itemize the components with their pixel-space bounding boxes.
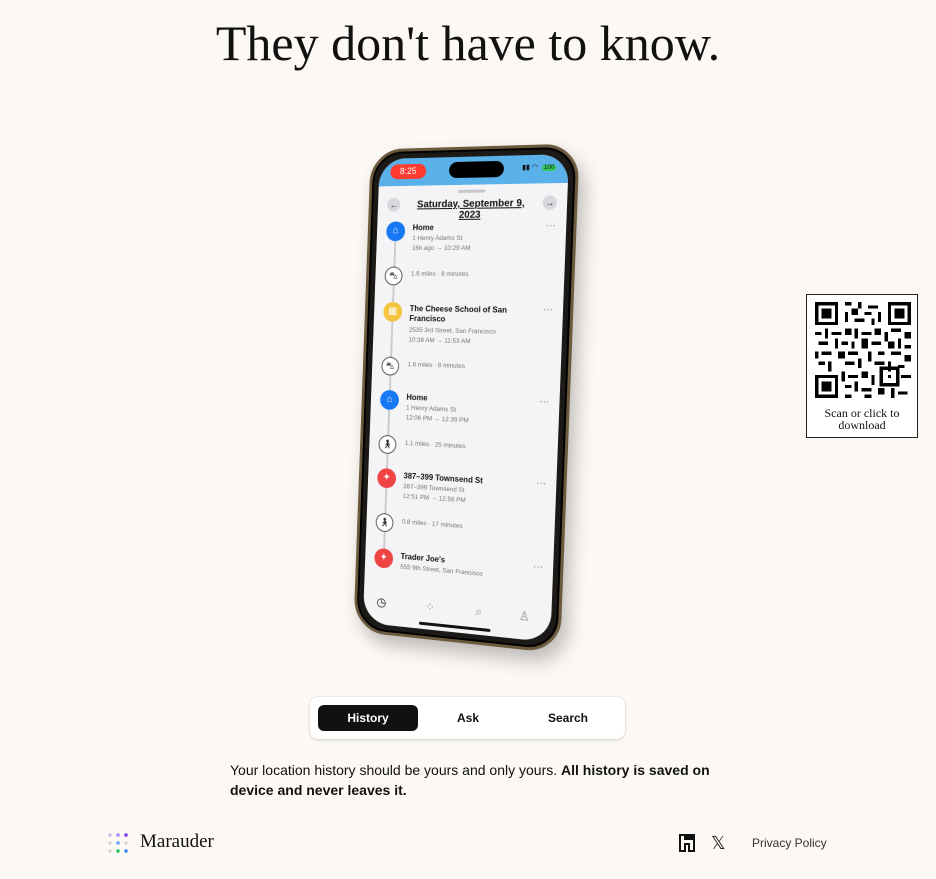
more-icon[interactable]: ···: [546, 222, 556, 230]
building-icon: ▦: [383, 302, 402, 322]
transit-info: 1.9 miles · 8 minutes: [411, 271, 469, 278]
status-icons: ▮▮ ◠ 100: [522, 163, 556, 172]
car-icon: ⛍: [381, 357, 399, 376]
stop-title: Home: [413, 222, 520, 233]
phone-screen: 8:25 ▮▮ ◠ 100 ← Saturday, September 9, 2…: [363, 154, 569, 642]
feature-tabs: History Ask Search: [310, 697, 625, 739]
transit-info: 1.6 miles · 8 minutes: [408, 361, 466, 370]
timeline-transit: ⛍ 1.9 miles · 8 minutes: [385, 267, 558, 268]
x-icon[interactable]: 𝕏: [711, 834, 726, 852]
battery-icon: 100: [542, 165, 556, 171]
timeline-transit: ⛍ 1.6 miles · 8 minutes: [382, 357, 555, 362]
timeline-transit: 🚶︎ 1.1 miles · 25 minutes: [379, 435, 552, 444]
qr-code-icon[interactable]: [815, 302, 911, 398]
page-headline: They don't have to know.: [0, 14, 936, 72]
stop-time: 10:38 AM → 11:53 AM: [408, 336, 525, 349]
timeline-transit: 🚶︎ 0.8 miles · 17 minutes: [376, 513, 549, 526]
tab-search[interactable]: Search: [518, 705, 618, 731]
home-icon: ⌂: [386, 221, 405, 241]
home-icon: ⌂: [380, 390, 399, 410]
marauder-logo-icon[interactable]: [107, 832, 129, 854]
date-nav: ← Saturday, September 9, 2023 →: [387, 195, 557, 215]
transit-info: 0.8 miles · 17 minutes: [402, 519, 463, 531]
timeline-stop[interactable]: ✦ 387–399 Townsend St 387–399 Townsend S…: [378, 468, 551, 479]
transit-info: 1.1 miles · 25 minutes: [405, 440, 466, 450]
search-icon[interactable]: ⌕: [475, 604, 482, 620]
dynamic-island: [449, 161, 504, 178]
qr-caption: Scan or click to download: [807, 407, 917, 431]
car-icon: ⛍: [384, 267, 402, 286]
farcaster-icon[interactable]: [678, 833, 696, 853]
qr-download[interactable]: Scan or click to download: [806, 294, 918, 438]
history-timeline: ⌂ Home 1 Henry Adams St 16h ago → 10:29 …: [373, 220, 560, 601]
timeline-stop[interactable]: ▦ The Cheese School of San Francisco 253…: [384, 302, 557, 304]
description-text: Your location history should be yours an…: [230, 762, 561, 778]
timeline-stop[interactable]: ⌂ Home 1 Henry Adams St 12:06 PM → 12:39…: [381, 390, 554, 397]
brand-name[interactable]: Marauder: [140, 831, 214, 853]
phone-mockup: 8:25 ▮▮ ◠ 100 ← Saturday, September 9, 2…: [330, 135, 590, 655]
more-icon[interactable]: ···: [536, 480, 546, 489]
wifi-icon: ◠: [532, 164, 538, 171]
pin-icon: ✦: [377, 468, 396, 489]
clock-icon[interactable]: ◷: [376, 595, 386, 610]
privacy-policy-link[interactable]: Privacy Policy: [752, 836, 827, 850]
more-icon[interactable]: ···: [542, 306, 552, 314]
feature-description: Your location history should be yours an…: [230, 760, 710, 800]
tab-ask[interactable]: Ask: [418, 705, 518, 731]
more-icon[interactable]: ···: [533, 563, 543, 572]
person-icon[interactable]: ♙: [519, 609, 530, 624]
sheet-grabber: [458, 189, 485, 192]
stop-title: The Cheese School of San Francisco: [409, 304, 516, 326]
grid-icon[interactable]: ⁘: [425, 600, 435, 615]
phone-frame: 8:25 ▮▮ ◠ 100 ← Saturday, September 9, 2…: [353, 143, 579, 653]
stop-time: 16h ago → 10:29 AM: [412, 244, 529, 254]
status-bar: 8:25 ▮▮ ◠ 100: [379, 154, 569, 186]
back-arrow-icon[interactable]: ←: [387, 198, 401, 212]
more-icon[interactable]: ···: [539, 398, 549, 407]
walk-icon: 🚶︎: [375, 513, 393, 533]
signal-icon: ▮▮: [522, 164, 530, 171]
date-title: Saturday, September 9, 2023: [407, 198, 534, 222]
status-time: 8:25: [390, 164, 426, 180]
tab-history[interactable]: History: [318, 705, 418, 731]
stop-address: 1 Henry Adams St: [412, 234, 529, 244]
pin-icon: ✦: [374, 548, 393, 569]
walk-icon: 🚶︎: [378, 435, 396, 455]
timeline-stop[interactable]: ✦ Trader Joe's 555 9th Street, San Franc…: [375, 548, 547, 562]
forward-arrow-icon[interactable]: →: [542, 195, 557, 210]
